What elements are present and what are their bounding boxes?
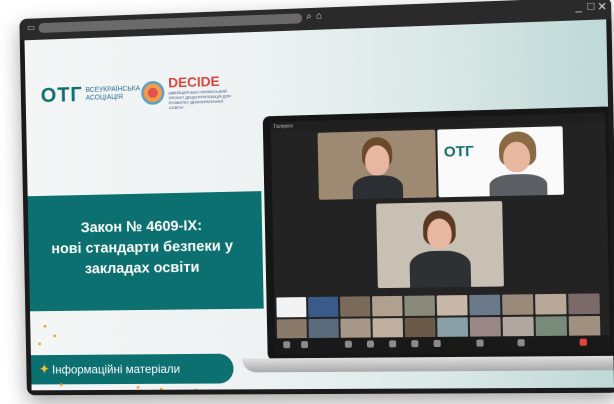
- search-icon[interactable]: ⌕: [306, 11, 312, 22]
- record-icon[interactable]: [411, 340, 419, 348]
- reactions-icon[interactable]: [433, 339, 441, 348]
- meeting-view-label: Галерея: [273, 123, 293, 131]
- participant-tile-speaker: [376, 201, 504, 289]
- info-materials-button[interactable]: ✦ Інформаційні матеріали: [30, 353, 234, 385]
- laptop-mockup: Галерея ОТГ: [262, 106, 614, 361]
- page-content: ОТГ ВСЕУКРАЇНСЬКА АСОЦІАЦІЯ DECIDE ШВЕЙЦ…: [24, 19, 614, 391]
- close-icon[interactable]: ✕: [597, 0, 607, 14]
- home-icon[interactable]: ⌂: [316, 11, 322, 22]
- mic-icon[interactable]: [283, 341, 291, 349]
- more-icon[interactable]: [517, 339, 525, 347]
- otg-card-text: ОТГ: [443, 142, 474, 161]
- maximize-icon[interactable]: □: [587, 0, 594, 13]
- title-line-3: закладах освіти: [84, 258, 200, 278]
- chat-icon[interactable]: [366, 340, 375, 348]
- browser-window: ▭ ⌕ ⌂ _ □ ✕ ОТГ ВСЕУКРАЇНСЬКА АСОЦІАЦІЯ …: [19, 0, 614, 396]
- share-icon[interactable]: [389, 340, 397, 348]
- tab-icon: ▭: [26, 22, 36, 33]
- logos: ОТГ ВСЕУКРАЇНСЬКА АСОЦІАЦІЯ DECIDE ШВЕЙЦ…: [40, 72, 237, 114]
- decide-emblem-icon: [141, 80, 165, 106]
- leave-button[interactable]: [579, 338, 588, 346]
- address-bar[interactable]: [38, 13, 303, 33]
- participants-icon[interactable]: [344, 340, 352, 348]
- title-line-1: Закон № 4609-IX:: [80, 217, 203, 237]
- cursor-click-icon: ✦: [38, 360, 51, 377]
- title-line-2: нові стандарти безпеки у: [51, 237, 234, 258]
- title-banner: Закон № 4609-IX: нові стандарти безпеки …: [25, 191, 264, 311]
- otg-logo: ОТГ ВСЕУКРАЇНСЬКА АСОЦІАЦІЯ: [40, 82, 141, 108]
- info-materials-label: Інформаційні матеріали: [51, 361, 181, 377]
- otg-logo-subtitle: ВСЕУКРАЇНСЬКА АСОЦІАЦІЯ: [85, 85, 141, 102]
- participant-tile-1: [317, 129, 437, 200]
- otg-logo-text: ОТГ: [40, 83, 83, 108]
- participant-tile-2: ОТГ: [437, 126, 565, 198]
- camera-icon[interactable]: [301, 341, 309, 349]
- decide-logo: DECIDE ШВЕЙЦАРСЬКО-УКРАЇНСЬКИЙ ПРОЄКТ ДЕ…: [141, 72, 237, 111]
- meeting-controls: [275, 335, 611, 355]
- decide-logo-subtitle: ШВЕЙЦАРСЬКО-УКРАЇНСЬКИЙ ПРОЄКТ ДЕЦЕНТРАЛ…: [168, 88, 231, 111]
- apps-icon[interactable]: [476, 339, 484, 347]
- laptop-base: [242, 355, 614, 373]
- video-call-screen: Галерея ОТГ: [270, 112, 611, 355]
- participants-gallery: [274, 291, 610, 340]
- minimize-icon[interactable]: _: [575, 1, 582, 14]
